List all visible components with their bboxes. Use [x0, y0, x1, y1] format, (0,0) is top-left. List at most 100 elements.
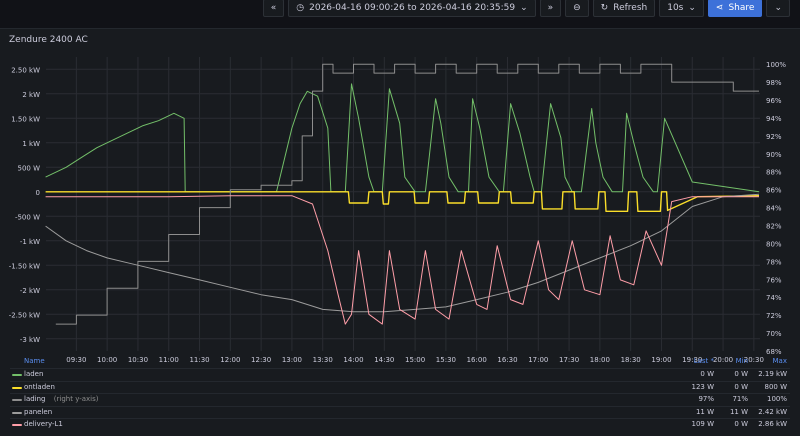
dashboard-toolbar: « ◷ 2026-04-16 09:00:26 to 2026-04-16 20…	[0, 0, 800, 17]
clock-icon: ◷	[296, 2, 305, 13]
y-right-tick-label: 82%	[766, 223, 782, 231]
y-left-tick-label: 500 W	[17, 164, 40, 172]
y-left-tick-label: 1.50 kW	[11, 115, 40, 123]
legend-max-value: 100%	[766, 395, 787, 403]
grid	[46, 57, 760, 351]
legend-series-name: ontladen	[24, 382, 55, 391]
y-left-tick-label: 2.50 kW	[11, 66, 40, 74]
y-left-tick-label: -3 kW	[20, 336, 40, 344]
time-range-label: 2026-04-16 09:00:26 to 2026-04-16 20:35:…	[309, 2, 516, 13]
legend-series-name: delivery-L1	[24, 420, 63, 428]
zoom-out-button[interactable]: ⊖	[565, 0, 589, 17]
share-button[interactable]: ⋖ Share	[707, 0, 763, 17]
time-range-picker[interactable]: ◷ 2026-04-16 09:00:26 to 2026-04-16 20:3…	[288, 0, 536, 17]
y-left-tick-label: 0	[36, 189, 40, 197]
legend-max-value: 2.19 kW	[758, 370, 787, 378]
y-left-tick-label: -1.50 kW	[9, 262, 40, 270]
legend-series-name: panelen	[24, 407, 53, 416]
legend-swatch	[12, 399, 22, 401]
series-line-delivery-L1	[45, 195, 759, 325]
legend-header-min[interactable]: Min	[736, 356, 748, 367]
refresh-button[interactable]: ↻ Refresh	[592, 0, 656, 17]
y-right-tick-label: 88%	[766, 169, 782, 177]
series-lines	[45, 63, 760, 325]
legend-header-last[interactable]: Last *	[694, 356, 714, 367]
y-right-tick-label: 84%	[766, 205, 782, 213]
y-right-tick-label: 100%	[766, 61, 786, 69]
legend-swatch	[12, 411, 22, 414]
y-left-tick-label: -2.50 kW	[9, 311, 40, 319]
refresh-icon: ↻	[600, 2, 609, 13]
legend-row[interactable]: laden 0 W 0 W 2.19 kW	[0, 368, 800, 380]
share-label: Share	[728, 2, 755, 13]
y-right-tick-label: 78%	[766, 258, 782, 266]
y-right-tick-label: 80%	[766, 240, 782, 248]
legend-last-value: 109 W	[691, 420, 714, 428]
chevron-down-icon: ⌄	[688, 2, 696, 13]
zoom-out-icon: ⊖	[573, 2, 581, 13]
series-line-laden	[45, 83, 760, 193]
refresh-label: Refresh	[613, 2, 648, 13]
legend-row-divider	[10, 380, 790, 382]
legend-row-divider	[10, 368, 790, 369]
time-shift-forward-button[interactable]: »	[539, 0, 562, 17]
y-left-tick-label: 1 kW	[22, 140, 40, 148]
y-left-tick-label: 2 kW	[22, 91, 40, 99]
legend-max-value: 800 W	[764, 382, 787, 391]
legend-last-value: 0 W	[700, 370, 714, 378]
y-right-tick-label: 86%	[766, 187, 782, 195]
legend-header: Name Last * Min Max	[0, 356, 800, 367]
y-left-tick-label: -2 kW	[20, 287, 40, 295]
y-left-tick-label: -500 W	[15, 213, 40, 221]
legend-row[interactable]: lading (right y-axis) 97% 71% 100%	[0, 393, 800, 405]
chevron-double-right-icon: »	[547, 2, 554, 13]
legend-row-divider	[10, 405, 790, 407]
y-right-tick-label: 90%	[766, 151, 782, 159]
chevron-down-icon: ⌄	[774, 2, 782, 13]
series-line-lading	[55, 63, 759, 325]
legend-max-value: 2.42 kW	[758, 407, 787, 416]
y-right-tick-label: 96%	[766, 97, 782, 105]
chart-svg: 2.50 kW 2 kW 1.50 kW 1 kW 500 W 0 -500 W -1 kW -…	[9, 57, 786, 364]
refresh-interval-picker[interactable]: 10s ⌄	[659, 0, 704, 17]
y-right-tick-label: 94%	[766, 115, 782, 123]
legend-min-value: 0 W	[734, 370, 748, 378]
legend-row[interactable]: delivery-L1 109 W 0 W 2.86 kW	[0, 418, 800, 430]
legend-min-value: 11 W	[729, 407, 748, 416]
legend-last-value: 11 W	[695, 407, 714, 416]
legend-row-divider	[10, 418, 790, 419]
legend-max-value: 2.86 kW	[758, 420, 787, 428]
y-left-tick-label: -1 kW	[20, 238, 40, 246]
time-shift-back-button[interactable]: «	[262, 0, 285, 17]
legend-swatch	[12, 424, 22, 426]
y-right-tick-label: 68%	[766, 348, 782, 356]
share-options-button[interactable]: ⌄	[766, 0, 790, 17]
chart-panel: Zendure 2400 AC 2.50 kW 2 kW 1.50 kW 1 kW 50…	[0, 28, 800, 436]
legend-row[interactable]: ontladen 123 W 0 W 800 W	[0, 380, 800, 393]
share-icon: ⋖	[715, 2, 724, 13]
y-right-tick-label: 70%	[766, 330, 782, 338]
y-right-tick-label: 76%	[766, 276, 782, 284]
y-right-tick-label: 74%	[766, 294, 782, 302]
chevron-down-icon: ⌄	[520, 2, 528, 13]
legend-min-value: 0 W	[734, 382, 748, 391]
refresh-interval-label: 10s	[667, 2, 684, 13]
legend-last-value: 123 W	[691, 382, 714, 391]
legend-swatch	[12, 386, 22, 389]
legend-row-divider	[10, 393, 790, 394]
y-right-tick-label: 92%	[766, 133, 782, 141]
chevron-double-left-icon: «	[270, 2, 277, 13]
legend-last-value: 97%	[698, 395, 714, 403]
legend-header-max[interactable]: Max	[773, 356, 787, 367]
legend-min-value: 71%	[732, 395, 748, 403]
legend-series-name: lading	[24, 395, 46, 403]
legend-series-note: (right y-axis)	[53, 395, 99, 403]
legend-header-name[interactable]: Name	[24, 356, 45, 367]
panel-title[interactable]: Zendure 2400 AC	[9, 35, 88, 45]
y-right-tick-label: 72%	[766, 312, 782, 320]
legend-row[interactable]: panelen 11 W 11 W 2.42 kW	[0, 405, 800, 418]
y-right-tick-label: 98%	[766, 79, 782, 87]
legend-min-value: 0 W	[734, 420, 748, 428]
legend-swatch	[12, 374, 22, 376]
legend-series-name: laden	[24, 370, 44, 378]
